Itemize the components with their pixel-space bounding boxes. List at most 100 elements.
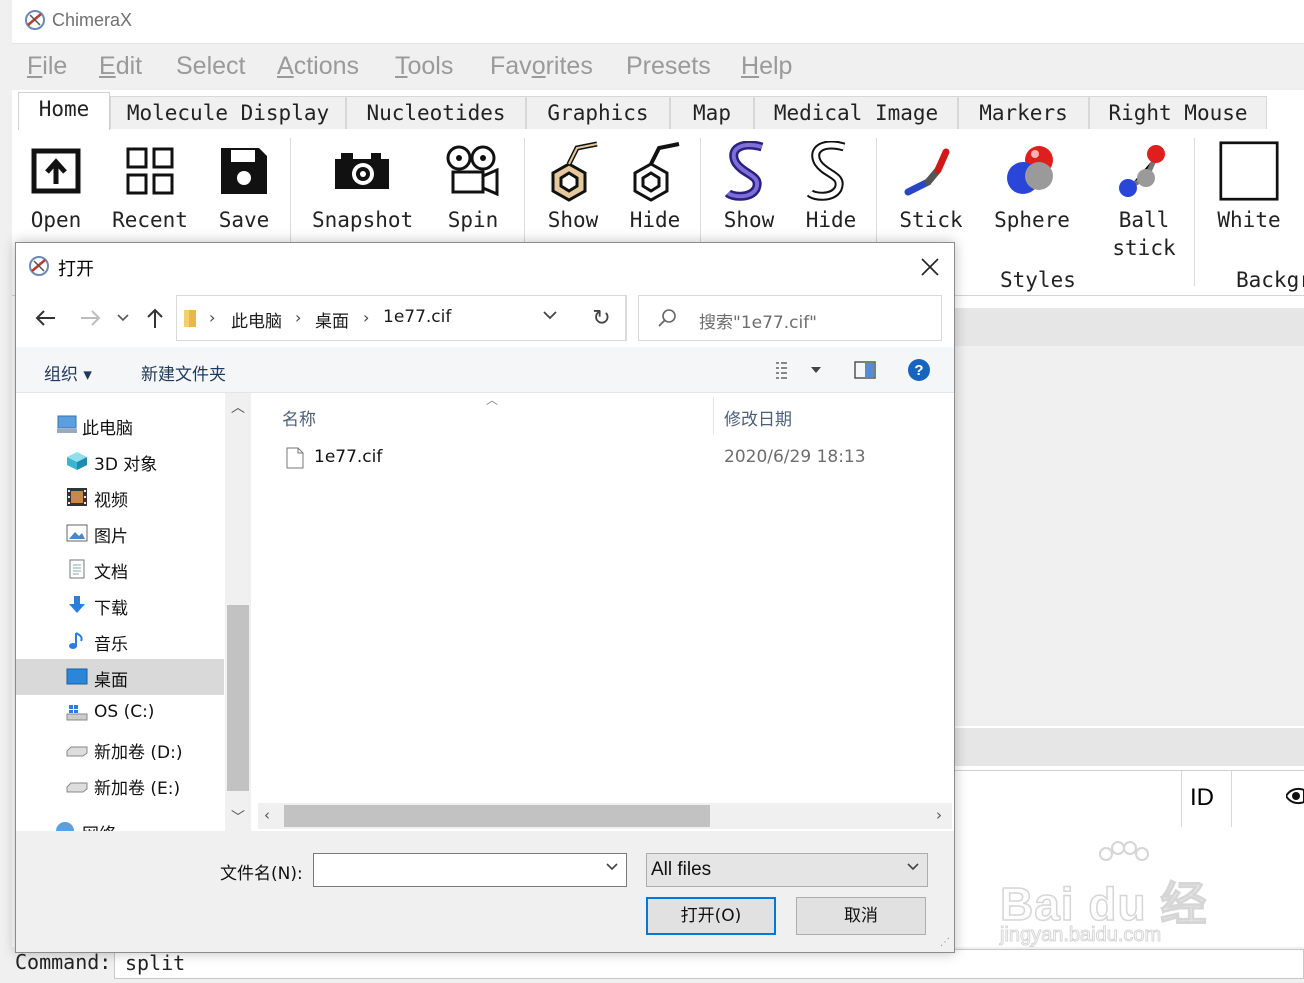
search-icon bbox=[658, 309, 676, 327]
file-type-select[interactable]: All files bbox=[646, 853, 928, 887]
tab-medical-image[interactable]: Medical Image bbox=[754, 96, 958, 129]
nav-label: 视频 bbox=[94, 491, 128, 511]
stick-button[interactable]: Stick bbox=[896, 138, 966, 234]
forward-button[interactable] bbox=[78, 305, 104, 331]
menu-favorites[interactable]: Favorites bbox=[490, 52, 593, 81]
refresh-button[interactable]: ↻ bbox=[577, 295, 627, 341]
menu-edit[interactable]: Edit bbox=[99, 52, 142, 81]
ball-stick-button[interactable]: Ball stick bbox=[1108, 138, 1180, 262]
cartoon-hide-label: Hide bbox=[805, 208, 857, 232]
cartoon-show-button[interactable]: Show bbox=[718, 138, 780, 234]
menu-help[interactable]: Help bbox=[741, 52, 792, 81]
tab-molecule-display[interactable]: Molecule Display bbox=[110, 96, 346, 129]
scroll-right-icon[interactable]: › bbox=[936, 806, 942, 824]
scrollbar-thumb[interactable] bbox=[227, 605, 249, 791]
tab-home[interactable]: Home bbox=[18, 92, 110, 130]
navigation-scrollbar[interactable]: ︿ ﹀ bbox=[225, 393, 251, 831]
stick-label-2: stick bbox=[1112, 236, 1176, 260]
preview-pane-icon[interactable] bbox=[854, 361, 876, 379]
nav-label: 下载 bbox=[94, 599, 128, 619]
nav-item-pictures[interactable]: 图片 bbox=[16, 515, 224, 551]
nav-item-desktop[interactable]: 桌面 bbox=[16, 659, 224, 695]
folder-icon bbox=[184, 310, 196, 327]
file-row[interactable]: 1e77.cif 2020/6/29 18:13 bbox=[280, 445, 940, 473]
nav-item-videos[interactable]: 视频 bbox=[16, 479, 224, 515]
menu-select[interactable]: Select bbox=[176, 52, 245, 81]
help-icon[interactable]: ? bbox=[908, 359, 930, 381]
column-divider[interactable] bbox=[713, 397, 714, 435]
nav-item-drive-c[interactable]: OS (C:) bbox=[16, 695, 224, 731]
tab-right-mouse[interactable]: Right Mouse bbox=[1089, 96, 1267, 129]
tab-graphics[interactable]: Graphics bbox=[526, 96, 670, 129]
new-folder-button[interactable]: 新建文件夹 bbox=[141, 360, 226, 385]
recent-locations-button[interactable] bbox=[114, 305, 132, 331]
nav-item-drive-d[interactable]: 新加卷 (D:) bbox=[16, 731, 224, 767]
menu-tools[interactable]: Tools bbox=[395, 52, 453, 81]
chevron-down-icon[interactable] bbox=[543, 310, 557, 320]
nav-item-network[interactable]: 网络 bbox=[16, 813, 224, 831]
tab-nucleotides[interactable]: Nucleotides bbox=[346, 96, 526, 129]
view-options-chevron-icon[interactable] bbox=[811, 367, 821, 373]
scroll-left-icon[interactable]: ‹ bbox=[264, 806, 270, 824]
save-button[interactable]: Save bbox=[214, 138, 274, 234]
white-background-button[interactable]: White bbox=[1214, 138, 1284, 234]
atoms-hide-label: Hide bbox=[629, 208, 681, 232]
command-input[interactable]: split bbox=[114, 949, 1304, 979]
recent-button[interactable]: Recent bbox=[108, 138, 192, 234]
tab-map[interactable]: Map bbox=[670, 96, 754, 129]
atoms-hide-button[interactable]: Hide bbox=[624, 138, 686, 234]
dialog-title: 打开 bbox=[58, 259, 94, 280]
column-header-modified[interactable]: 修改日期 bbox=[724, 405, 792, 430]
scroll-up-icon[interactable]: ︿ bbox=[231, 397, 245, 417]
nav-item-this-pc[interactable]: 此电脑 bbox=[16, 407, 224, 443]
id-column-header[interactable]: ID bbox=[1190, 784, 1214, 812]
document-icon bbox=[69, 559, 85, 579]
command-label: Command: bbox=[15, 950, 112, 974]
atoms-show-label: Show bbox=[547, 208, 599, 232]
open-file-dialog: 打开 › 此电脑 › 桌面 › 1e77.cif ↻ 搜索"1e77.cif" … bbox=[15, 242, 955, 953]
address-bar[interactable]: › 此电脑 › 桌面 › 1e77.cif bbox=[176, 295, 626, 341]
drive-icon bbox=[66, 746, 88, 757]
chevron-down-icon[interactable] bbox=[606, 863, 618, 871]
resize-grip-icon[interactable]: ⋰ bbox=[940, 937, 950, 948]
open-button[interactable]: Open bbox=[26, 138, 86, 234]
nav-item-music[interactable]: 音乐 bbox=[16, 623, 224, 659]
save-label: Save bbox=[218, 208, 270, 232]
spin-button[interactable]: Spin bbox=[442, 138, 504, 234]
breadcrumb-this-pc[interactable]: 此电脑 bbox=[231, 307, 282, 332]
sphere-button[interactable]: Sphere bbox=[992, 138, 1072, 234]
open-confirm-button[interactable]: 打开(O) bbox=[646, 897, 776, 935]
chimerax-logo-icon bbox=[29, 256, 49, 276]
nav-item-downloads[interactable]: 下载 bbox=[16, 587, 224, 623]
back-button[interactable] bbox=[32, 305, 58, 331]
nav-item-documents[interactable]: 文档 bbox=[16, 551, 224, 587]
close-button[interactable] bbox=[916, 253, 944, 281]
file-list-horizontal-scrollbar[interactable]: ‹ › bbox=[258, 803, 952, 829]
drive-icon bbox=[66, 782, 88, 793]
view-list-icon[interactable] bbox=[776, 361, 798, 379]
file-list: ︿ 名称 修改日期 1e77.cif 2020/6/29 18:13 ‹ › bbox=[256, 393, 954, 831]
menu-presets[interactable]: Presets bbox=[626, 52, 711, 81]
cartoon-hide-button[interactable]: Hide bbox=[800, 138, 862, 234]
eye-icon[interactable] bbox=[1286, 785, 1304, 807]
atoms-show-button[interactable]: Show bbox=[540, 138, 606, 234]
scrollbar-thumb[interactable] bbox=[284, 805, 710, 827]
snapshot-button[interactable]: Snapshot bbox=[312, 138, 413, 234]
menu-actions[interactable]: Actions bbox=[277, 52, 359, 81]
column-header-name[interactable]: 名称 bbox=[282, 405, 316, 430]
nav-label: 网络 bbox=[82, 820, 116, 831]
nav-item-3d-objects[interactable]: 3D 对象 bbox=[16, 443, 224, 479]
sort-ascending-icon: ︿ bbox=[486, 393, 499, 407]
organize-button[interactable]: 组织 ▾ bbox=[44, 360, 92, 385]
scroll-down-icon[interactable]: ﹀ bbox=[231, 807, 245, 827]
breadcrumb-desktop[interactable]: 桌面 bbox=[315, 307, 349, 332]
cancel-button[interactable]: 取消 bbox=[796, 897, 926, 935]
tab-markers[interactable]: Markers bbox=[958, 96, 1089, 129]
nav-item-drive-e[interactable]: 新加卷 (E:) bbox=[16, 767, 224, 803]
nav-label: 文档 bbox=[94, 563, 128, 583]
filename-input[interactable] bbox=[313, 853, 627, 887]
search-box[interactable]: 搜索"1e77.cif" bbox=[638, 295, 942, 341]
up-button[interactable] bbox=[142, 305, 168, 331]
menu-file[interactable]: File bbox=[27, 52, 67, 81]
breadcrumb-folder[interactable]: 1e77.cif bbox=[383, 307, 451, 327]
